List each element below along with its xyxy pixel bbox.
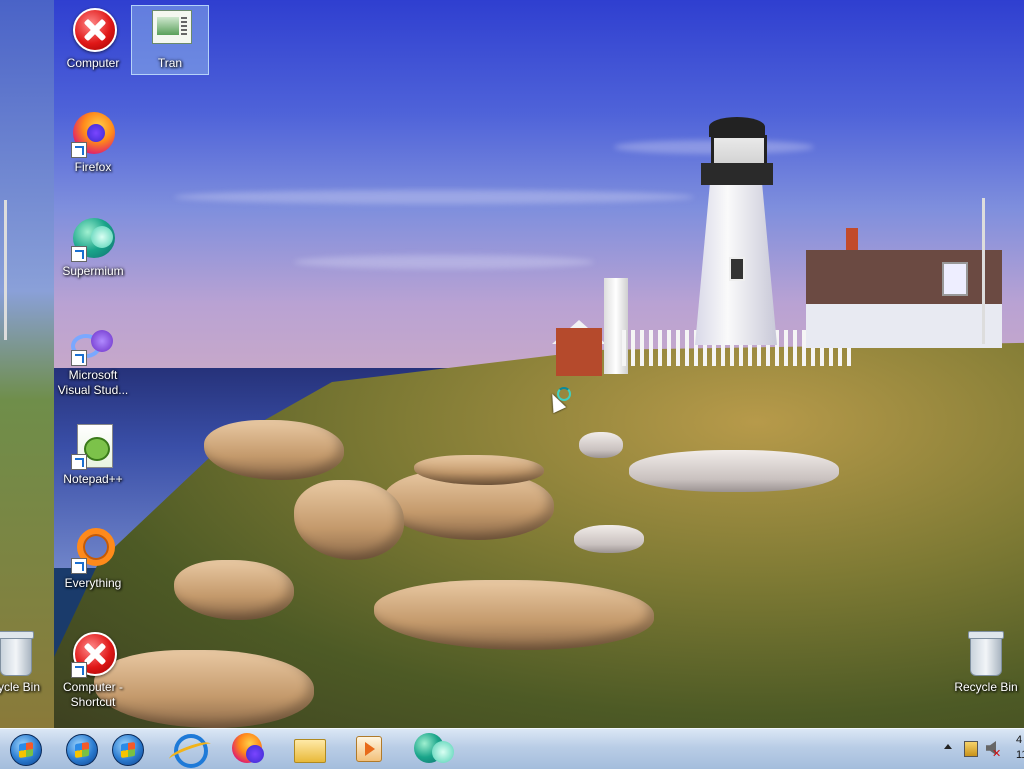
desktop-icon-label: Microsoft Visual Stud... bbox=[57, 368, 129, 397]
flag-pole bbox=[982, 198, 985, 344]
wallpaper-rock bbox=[629, 450, 839, 492]
busy-spinner-icon bbox=[557, 387, 571, 401]
desktop-icon-label: Computer bbox=[66, 56, 120, 70]
wallpaper-cloud bbox=[294, 255, 594, 269]
supermium-icon bbox=[414, 733, 454, 763]
desktop-icon-label: Notepad++ bbox=[63, 472, 123, 486]
desktop-icon-tran[interactable]: Tran bbox=[131, 5, 209, 75]
wallpaper-rock bbox=[574, 525, 644, 553]
muted-x-icon: ✕ bbox=[992, 747, 1002, 760]
wallpaper-cloud bbox=[174, 190, 694, 204]
flag-pole bbox=[4, 200, 7, 340]
shortcut-arrow-icon bbox=[71, 558, 87, 574]
wallpaper-shed bbox=[556, 328, 602, 376]
windows-orb-icon bbox=[10, 734, 42, 766]
desktop[interactable]: Computer Tran Firefox Supermium Microsof… bbox=[0, 0, 1024, 728]
taskbar-item-internet-explorer[interactable] bbox=[166, 731, 208, 768]
document-thumbnail-icon bbox=[146, 6, 194, 54]
desktop-icon-label: Supermium bbox=[62, 264, 124, 278]
wallpaper bbox=[54, 0, 1024, 728]
everything-search-icon bbox=[69, 526, 117, 574]
taskbar-item-supermium[interactable] bbox=[408, 731, 454, 767]
shortcut-arrow-icon bbox=[71, 246, 87, 262]
start-button[interactable] bbox=[4, 731, 44, 767]
clock-time: 4 bbox=[1016, 734, 1023, 746]
wallpaper-left-strip bbox=[0, 0, 54, 728]
desktop-icon-computer[interactable]: Computer bbox=[55, 6, 131, 71]
desktop-icon-label: Firefox bbox=[74, 160, 112, 174]
taskbar-item-windows-orb-2[interactable] bbox=[60, 731, 100, 767]
desktop-icon-label: Tran bbox=[157, 56, 183, 70]
windows-orb-icon bbox=[66, 734, 98, 766]
desktop-icon-everything[interactable]: Everything bbox=[55, 526, 131, 591]
wallpaper-lighthouse bbox=[689, 105, 784, 345]
shortcut-arrow-icon bbox=[71, 350, 87, 366]
error-icon bbox=[69, 6, 117, 54]
desktop-icon-label: Recycle Bin bbox=[954, 680, 1018, 694]
taskbar-item-firefox[interactable] bbox=[226, 731, 266, 767]
shortcut-arrow-icon bbox=[71, 142, 87, 158]
taskbar-item-file-explorer[interactable] bbox=[288, 731, 328, 767]
notepad-plus-plus-icon bbox=[69, 422, 117, 470]
wallpaper-house bbox=[806, 228, 1002, 348]
recycle-bin-icon bbox=[0, 630, 40, 678]
taskbar: ✕ 4 11 bbox=[0, 728, 1024, 769]
action-center-flag-icon[interactable] bbox=[964, 741, 978, 757]
desktop-icon-supermium[interactable]: Supermium bbox=[55, 214, 131, 279]
media-player-icon bbox=[356, 736, 382, 762]
desktop-icon-label: Everything bbox=[64, 576, 122, 590]
desktop-icon-computer-shortcut[interactable]: Computer - Shortcut bbox=[55, 630, 131, 710]
windows-orb-icon bbox=[112, 734, 144, 766]
desktop-icon-label: cycle Bin bbox=[0, 680, 41, 694]
desktop-icon-firefox[interactable]: Firefox bbox=[55, 110, 131, 175]
recycle-bin-icon bbox=[962, 630, 1010, 678]
folder-icon bbox=[294, 739, 326, 763]
firefox-icon bbox=[232, 733, 264, 763]
desktop-icon-label: Computer - Shortcut bbox=[62, 680, 124, 709]
taskbar-item-media-player[interactable] bbox=[348, 731, 388, 767]
desktop-icon-recycle-bin-left[interactable]: cycle Bin bbox=[0, 630, 54, 695]
taskbar-clock[interactable]: 4 11 bbox=[1016, 733, 1024, 763]
desktop-icon-recycle-bin-right[interactable]: Recycle Bin bbox=[948, 630, 1024, 695]
desktop-icon-visual-studio[interactable]: Microsoft Visual Stud... bbox=[55, 318, 131, 398]
desktop-icon-notepad-plus-plus[interactable]: Notepad++ bbox=[55, 422, 131, 487]
shortcut-arrow-icon bbox=[71, 454, 87, 470]
taskbar-item-windows-orb-3[interactable] bbox=[106, 731, 146, 767]
firefox-icon bbox=[69, 110, 117, 158]
supermium-icon bbox=[69, 214, 117, 262]
shortcut-arrow-icon bbox=[71, 662, 87, 678]
visual-studio-icon bbox=[69, 318, 117, 366]
internet-explorer-icon bbox=[174, 734, 208, 768]
clock-date: 11 bbox=[1016, 749, 1024, 761]
wallpaper-rock bbox=[579, 432, 623, 458]
show-hidden-icons-arrow-icon[interactable] bbox=[944, 744, 952, 749]
error-icon bbox=[69, 630, 117, 678]
